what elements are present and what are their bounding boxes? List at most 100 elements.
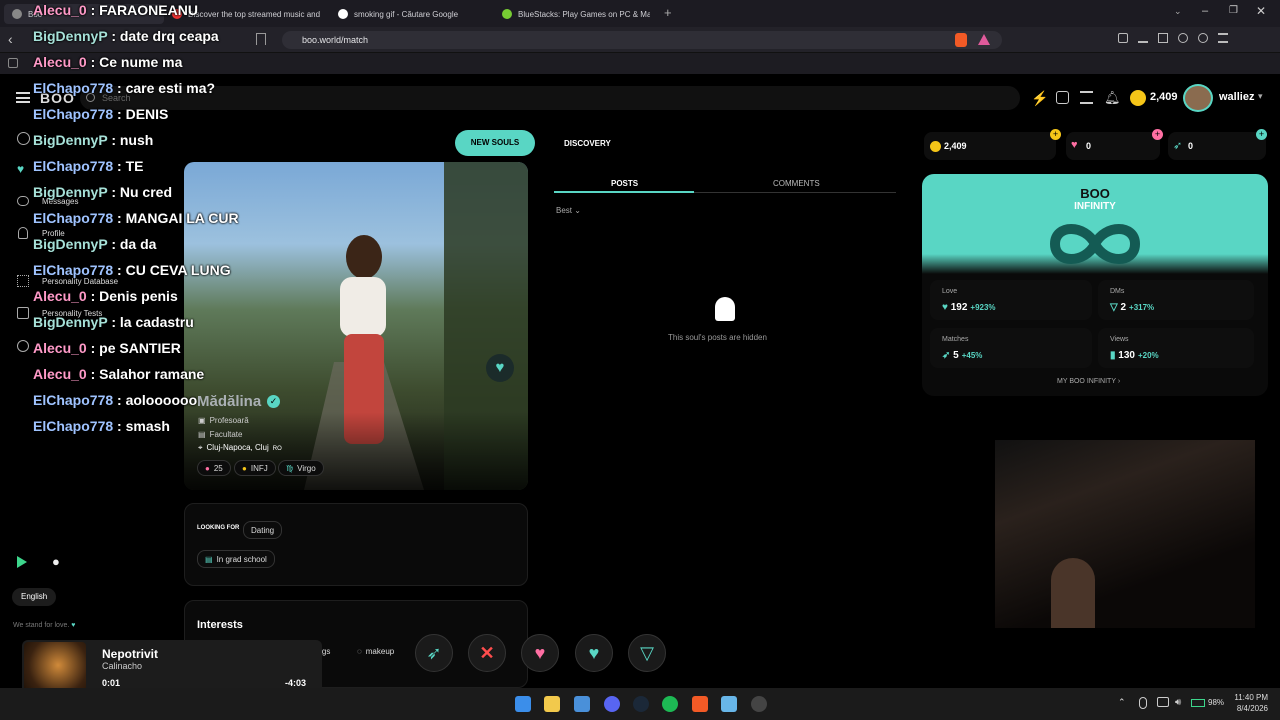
username[interactable]: walliez [1219,91,1254,103]
briefcase-icon: ▣ [198,416,206,425]
avatar[interactable] [1183,84,1213,112]
chat-text: : CU CEVA LUNG [113,262,231,278]
test-icon[interactable] [17,307,29,319]
download-icon[interactable] [1138,33,1148,43]
profile-education: ▤ Facultate [198,430,242,439]
chat-bubble-icon[interactable] [17,196,29,206]
battery-icon[interactable] [1191,699,1205,707]
chevron-down-icon[interactable]: ▾ [1258,91,1263,102]
maximize-icon[interactable]: ❐ [1229,5,1238,16]
steam-icon[interactable] [633,696,649,712]
send-love-heart-icon[interactable]: ♥ [486,354,514,382]
hamburger-menu-icon[interactable] [16,92,30,103]
super-love-button[interactable]: ♥ [575,634,613,672]
zodiac-icon: ♍︎ [286,463,294,473]
search-input[interactable]: Search [80,86,1020,110]
new-souls-button[interactable]: NEW SOULS [455,130,535,156]
translate-icon[interactable] [1056,91,1069,104]
battery-percent: 98% [1208,698,1225,707]
send-dm-button[interactable]: ▽ [628,634,666,672]
vpn-icon[interactable] [1198,33,1208,43]
stat-number: 2 [1120,302,1127,313]
boost-card[interactable] [1168,132,1266,160]
filter-icon[interactable] [1080,91,1093,104]
menu-icon[interactable] [1218,33,1228,43]
love-heart-button[interactable]: ♥ [521,634,559,672]
apple-icon[interactable]: ● [52,554,60,569]
chat-username: Alecu_0 [33,340,87,356]
add-coins-icon[interactable]: + [1050,129,1061,140]
apps-grid-icon[interactable] [8,58,18,68]
brave-shield-icon[interactable] [955,33,967,47]
pass-x-button[interactable]: ✕ [468,634,506,672]
nav-item-personality-database[interactable]: Personality Database [42,277,118,286]
grid-icon[interactable] [17,275,29,287]
extensions-icon[interactable] [1118,33,1128,43]
bell-icon[interactable] [18,227,28,239]
sort-select[interactable]: Best ⌄ [556,206,581,215]
brave-icon[interactable] [692,696,708,712]
snipping-tool-icon[interactable] [721,696,737,712]
tab-favicon [12,9,22,19]
tab-comments[interactable]: COMMENTS [773,179,820,188]
my-boo-infinity-link[interactable]: MY BOO INFINITY › [1057,378,1120,385]
brave-rewards-icon[interactable] [978,34,990,45]
match-icon: ➶ [942,350,954,361]
boost-rocket-button[interactable]: ➶ [415,634,453,672]
add-boost-icon[interactable]: + [1256,129,1267,140]
chat-message: Alecu_0 : Ce nume ma [33,54,182,70]
minimize-icon[interactable]: – [1202,5,1208,17]
network-icon[interactable] [1157,697,1169,707]
new-tab-icon[interactable]: + [664,5,672,20]
chat-username: BigDennyP [33,236,108,252]
tray-chevron-icon[interactable]: ⌃ [1118,697,1126,708]
tab-divider [694,192,896,193]
stat-matches: Matches ➶ 5 +45% [930,328,1092,368]
chat-username: Alecu_0 [33,54,87,70]
tab-posts[interactable]: POSTS [611,179,638,188]
tab-google[interactable]: smoking gif - Căutare Google [338,4,488,24]
discovery-button[interactable]: DISCOVERY [564,139,611,148]
lightning-icon[interactable]: ⚡ [1031,90,1048,107]
chat-message: Alecu_0 : pe SANTIER [33,340,181,356]
google-play-icon[interactable] [17,556,27,568]
wallet-icon[interactable] [1178,33,1188,43]
spotify-icon[interactable] [662,696,678,712]
verified-icon: ✓ [267,395,280,408]
clock-time[interactable]: 11:40 PM [1230,693,1268,702]
language-select[interactable]: English [12,588,57,606]
windows-start-icon[interactable] [515,696,531,712]
sidebar-icon[interactable] [1158,33,1168,43]
bookmark-icon[interactable] [256,33,266,45]
microphone-icon[interactable] [1139,697,1147,709]
posts-hidden-message: This soul's posts are hidden [668,333,767,342]
tab-label: BlueStacks: Play Games on PC & Mac [518,9,650,19]
discord-icon[interactable] [604,696,620,712]
track-remaining: -4:03 [285,678,307,688]
back-icon[interactable]: ‹ [8,31,13,47]
coin-balance[interactable]: 2,409 [1150,91,1178,103]
photos-icon[interactable] [574,696,590,712]
chevron-down-icon[interactable]: ⌄ [1174,6,1182,17]
file-explorer-icon[interactable] [544,696,560,712]
chat-text: : da da [107,236,157,252]
volume-icon[interactable]: 🔊︎ [1175,697,1181,708]
obs-icon[interactable] [751,696,767,712]
address-bar[interactable]: boo.world/match [282,31,1002,49]
close-icon[interactable]: ✕ [1256,4,1266,18]
love-card[interactable] [1066,132,1160,160]
chat-message: ElChapo778 : DENIS [33,106,168,122]
clock-date[interactable]: 8/4/2026 [1230,704,1268,713]
chat-message: ElChapo778 : CU CEVA LUNG [33,262,231,278]
heart-icon[interactable]: ♥ [17,162,24,176]
settings-icon[interactable] [17,340,29,352]
school-text: In grad school [216,554,267,564]
bell-icon[interactable]: 🔔︎ [1104,90,1121,106]
chat-username: ElChapo778 [33,418,114,434]
chat-username: ElChapo778 [33,392,114,408]
add-love-icon[interactable]: + [1152,129,1163,140]
cake-icon: ● [205,463,210,473]
coin-icon [1130,90,1146,106]
planet-icon[interactable] [17,132,30,145]
tab-bluestacks[interactable]: BlueStacks: Play Games on PC & Mac [502,4,650,24]
